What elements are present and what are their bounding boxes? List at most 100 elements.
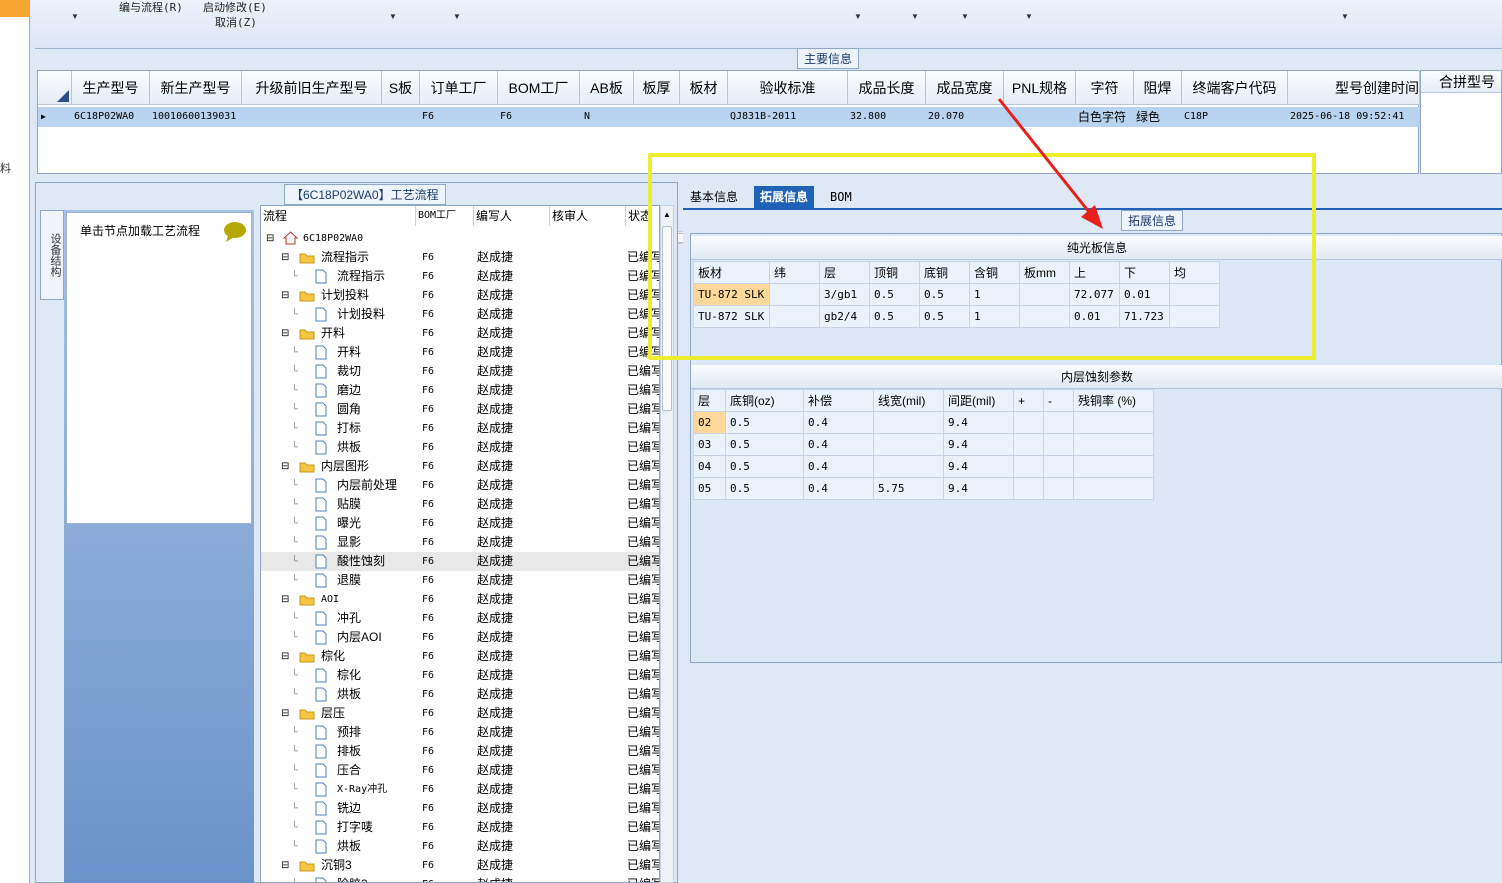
col-header[interactable]: 生产型号	[72, 71, 150, 105]
row-pointer-icon: ▶	[41, 112, 46, 121]
tree-root[interactable]: ⊟ 6C18P02WA0	[261, 229, 659, 248]
cancel-button[interactable]: 取消(Z)	[215, 14, 257, 30]
tree-row[interactable]: └ 打标 F6 赵成捷 已编写	[261, 419, 660, 438]
edit-flow-button[interactable]: 编与流程(R)	[119, 0, 183, 15]
merge-model-header[interactable]: 合拼型号	[1421, 71, 1501, 93]
tree-row[interactable]: └ 压合 F6 赵成捷 已编写	[261, 761, 660, 780]
main-info-title: 主要信息	[797, 48, 860, 69]
collapse-icon[interactable]: ⊟	[281, 856, 289, 875]
table-row[interactable]: 03 0.5 0.4 9.4	[693, 433, 1154, 456]
tree-row[interactable]: └ 烘板 F6 赵成捷 已编写	[261, 685, 659, 704]
table-row[interactable]: 02 0.5 0.4 9.4	[693, 411, 1154, 434]
collapse-icon[interactable]: ⊟	[281, 590, 289, 609]
col-bom-factory[interactable]: BOM工厂	[416, 206, 474, 226]
collapse-icon[interactable]: ⊟	[281, 286, 289, 305]
bom-factory: F6	[422, 385, 435, 396]
tree-row[interactable]: └ 烘板 F6 赵成捷 已编写	[261, 837, 659, 856]
col-header[interactable]: 阻焊	[1134, 71, 1182, 105]
tree-row[interactable]: └ 曝光 F6 赵成捷 已编写	[261, 514, 659, 533]
tree-row[interactable]: └ 排板 F6 赵成捷 已编写	[261, 742, 659, 761]
node-hint-box[interactable]: 单击节点加载工艺流程	[66, 212, 252, 524]
chevron-down-icon[interactable]: ▼	[71, 12, 79, 21]
tree-row[interactable]: ⊟ 棕化 F6 赵成捷 已编写	[261, 647, 659, 666]
col-header[interactable]: 型号创建时间	[1288, 71, 1420, 105]
tree-row[interactable]: └ 开料 F6 赵成捷 已编写	[261, 343, 659, 362]
col-header[interactable]: 验收标准	[728, 71, 848, 105]
col-header[interactable]: 成品宽度	[926, 71, 1004, 105]
cell: 0.4	[803, 433, 874, 456]
writer: 赵成捷	[477, 801, 514, 815]
chevron-down-icon[interactable]: ▼	[1025, 12, 1033, 21]
tree-row[interactable]: └ 圆角 F6 赵成捷 已编写	[261, 400, 659, 419]
tree-row[interactable]: ⊟ 开料 F6 赵成捷 已编写	[261, 324, 659, 343]
tree-row[interactable]: └ 退膜 F6 赵成捷 已编写	[261, 571, 659, 590]
tree-row[interactable]: ⊟ 计划投料 F6 赵成捷 已编写	[261, 286, 659, 305]
chevron-down-icon[interactable]: ▼	[854, 12, 862, 21]
equipment-structure-tab[interactable]: 设备结构	[40, 210, 64, 300]
tree-row[interactable]: └ 除胶3 F6 赵成捷 已编写	[261, 875, 659, 882]
table-row[interactable]: 04 0.5 0.4 9.4	[693, 455, 1154, 478]
collapse-icon[interactable]: ⊟	[281, 248, 289, 267]
col-header[interactable]: 新生产型号	[150, 71, 242, 105]
col-header[interactable]: 升级前旧生产型号	[242, 71, 382, 105]
status: 已编写	[627, 801, 660, 815]
col-header[interactable]: 成品长度	[848, 71, 926, 105]
col-header[interactable]: 板厚	[634, 71, 680, 105]
tree-row[interactable]: └ 铣边 F6 赵成捷 已编写	[261, 799, 660, 818]
collapse-icon[interactable]: ⊟	[281, 457, 289, 476]
col-reviewer[interactable]: 核审人	[550, 206, 626, 226]
tree-row[interactable]: └ 烘板 F6 赵成捷 已编写	[261, 438, 659, 457]
collapse-icon[interactable]: ⊟	[266, 229, 274, 248]
tree-row[interactable]: └ 预排 F6 赵成捷 已编写	[261, 723, 659, 742]
col-writer[interactable]: 编写人	[474, 206, 550, 226]
table-row[interactable]: 05 0.5 0.4 5.75 9.4	[693, 477, 1154, 500]
status: 已编写	[627, 478, 660, 492]
collapse-icon[interactable]: ⊟	[281, 704, 289, 723]
col-header[interactable]: BOM工厂	[498, 71, 580, 105]
document-icon	[315, 668, 327, 683]
tree-row[interactable]: └ X-Ray冲孔 F6 赵成捷 已编写	[261, 780, 659, 799]
tree-row[interactable]: └ 贴膜 F6 赵成捷 已编写	[261, 495, 659, 514]
tree-row[interactable]: ⊟ AOI F6 赵成捷 已编写	[261, 590, 659, 609]
tree-row[interactable]: └ 冲孔 F6 赵成捷 已编写	[261, 609, 659, 628]
tree-row[interactable]: ⊟ 沉铜3 F6 赵成捷 已编写	[261, 856, 659, 875]
tree-row[interactable]: └ 磨边 F6 赵成捷 已编写	[261, 381, 659, 400]
col-flow[interactable]: 流程	[261, 206, 416, 226]
col-header[interactable]: 订单工厂	[420, 71, 498, 105]
bom-factory: F6	[422, 765, 435, 776]
chevron-down-icon[interactable]: ▼	[1341, 12, 1349, 21]
col-header[interactable]: 终端客户代码	[1182, 71, 1288, 105]
tree-row[interactable]: └ 显影 F6 赵成捷 已编写	[261, 533, 659, 552]
status: 已编写	[627, 763, 660, 777]
tree-row[interactable]: └ 棕化 F6 赵成捷 已编写	[261, 666, 659, 685]
tree-row[interactable]: ⊟ 层压 F6 赵成捷 已编写	[261, 704, 659, 723]
tree-row[interactable]: └ 酸性蚀刻 F6 赵成捷 已编写	[261, 552, 659, 571]
tree-row[interactable]: └ 裁切 F6 赵成捷 已编写	[261, 362, 659, 381]
tree-row[interactable]: ⊟ 流程指示 F6 赵成捷 已编写	[261, 248, 659, 267]
tree-row[interactable]: └ 内层AOI F6 赵成捷 已编写	[261, 628, 659, 647]
chevron-down-icon[interactable]: ▼	[389, 12, 397, 21]
collapse-icon[interactable]: ⊟	[281, 647, 289, 666]
tree-row[interactable]: └ 流程指示 F6 赵成捷 已编写	[261, 267, 659, 286]
col-header[interactable]: S板	[382, 71, 420, 105]
flow-name: 除胶3	[337, 875, 368, 882]
cell	[1013, 411, 1044, 434]
tree-row[interactable]: ⊟ 内层图形 F6 赵成捷 已编写	[261, 457, 659, 476]
collapse-icon[interactable]: ⊟	[281, 324, 289, 343]
tree-row[interactable]: └ 计划投料 F6 赵成捷 已编写	[261, 305, 659, 324]
flow-name: 计划投料	[337, 307, 386, 321]
chevron-down-icon[interactable]: ▼	[453, 12, 461, 21]
tree-row[interactable]: └ 打字唛 F6 赵成捷 已编写	[261, 818, 659, 837]
flow-name: 冲孔	[337, 611, 362, 625]
document-icon	[315, 630, 327, 645]
chevron-down-icon[interactable]: ▼	[961, 12, 969, 21]
start-modify-button[interactable]: 启动修改(E)	[203, 0, 267, 15]
chevron-down-icon[interactable]: ▼	[911, 12, 919, 21]
tree-row[interactable]: └ 内层前处理 F6 赵成捷 已编写	[261, 476, 660, 495]
writer: 赵成捷	[477, 649, 514, 663]
status: 已编写	[627, 421, 660, 435]
col-header[interactable]: AB板	[580, 71, 634, 105]
document-icon	[315, 611, 327, 626]
bom-factory: F6	[422, 689, 435, 700]
col-header[interactable]: 板材	[680, 71, 728, 105]
